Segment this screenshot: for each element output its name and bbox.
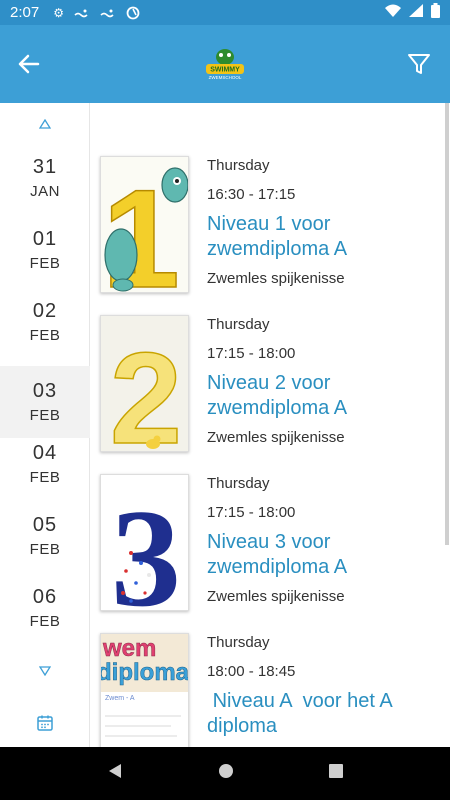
date-item[interactable]: 06 FEB	[0, 572, 90, 644]
svg-text:ZWEMSCHOOL: ZWEMSCHOOL	[209, 75, 242, 80]
date-item[interactable]: 31 JAN	[0, 142, 90, 214]
event-time: 16:30 - 17:15	[207, 186, 296, 203]
event-card[interactable]: 1 Thursday 16:30 - 17:15 Niveau 1 voor z…	[100, 156, 440, 298]
event-title: Niveau 1 voor zwemdiploma A	[207, 213, 348, 260]
thumb-glyph: 3	[111, 481, 181, 611]
calendar-button[interactable]	[36, 714, 54, 732]
event-weekday: Thursday	[207, 157, 270, 174]
triangle-down-icon	[38, 665, 52, 679]
event-location: Zwemles spijkenisse	[207, 270, 345, 287]
event-weekday: Thursday	[207, 475, 270, 492]
date-item[interactable]: 02 FEB	[0, 286, 90, 358]
event-thumbnail: 2	[100, 315, 189, 452]
gear-icon: ⚙	[53, 5, 64, 20]
date-month: FEB	[29, 327, 61, 344]
status-bar: 2:07 ⚙	[0, 0, 450, 25]
thumb-glyph: 2	[110, 325, 182, 452]
event-title: Niveau 2 voor zwemdiploma A	[207, 372, 348, 419]
event-thumbnail: 1	[100, 156, 189, 293]
date-day: 01	[32, 228, 58, 250]
thumb-mark-line: Zwem - A	[105, 695, 135, 702]
date-month: FEB	[29, 541, 61, 558]
wifi-icon	[385, 4, 401, 21]
svg-text:SWIMMY: SWIMMY	[210, 67, 240, 74]
scrollbar[interactable]	[445, 103, 449, 545]
system-nav-bar	[0, 747, 450, 800]
date-day: 04	[32, 442, 58, 464]
date-day: 31	[32, 156, 58, 178]
date-day: 06	[32, 586, 58, 608]
funnel-icon	[407, 52, 431, 81]
swim-icon	[74, 8, 90, 18]
nav-home-button[interactable]	[218, 763, 234, 784]
date-month: FEB	[29, 613, 61, 630]
date-item[interactable]: 04 FEB	[0, 428, 90, 500]
event-title: Niveau A voor het A diploma	[207, 690, 398, 737]
arrow-left-icon	[18, 54, 40, 79]
at-sign-icon	[126, 6, 140, 20]
date-day: 02	[32, 300, 58, 322]
date-month: FEB	[29, 407, 61, 424]
date-month: FEB	[29, 469, 61, 486]
event-location: Zwemles spijkenisse	[207, 429, 345, 446]
thumb-glyph-line2: diploma	[101, 659, 189, 686]
nav-recents-button[interactable]	[328, 764, 343, 783]
scroll-up-button[interactable]	[0, 118, 90, 132]
calendar-icon	[36, 715, 54, 736]
date-month: JAN	[30, 183, 60, 200]
date-picker-column: 31 JAN 01 FEB 02 FEB 03 FEB 04 FEB 05 FE…	[0, 103, 90, 747]
swim-icon-2	[100, 8, 116, 18]
date-day: 05	[32, 514, 58, 536]
event-time: 17:15 - 18:00	[207, 345, 296, 362]
date-item[interactable]: 01 FEB	[0, 214, 90, 286]
event-card[interactable]: 2 Thursday 17:15 - 18:00 Niveau 2 voor z…	[100, 315, 440, 457]
filter-button[interactable]	[404, 51, 434, 81]
nav-back-button[interactable]	[107, 763, 123, 784]
thumb-glyph-line1: wem	[102, 635, 156, 662]
event-thumbnail: 3	[100, 474, 189, 611]
date-month: FEB	[29, 255, 61, 272]
signal-icon	[409, 4, 423, 21]
event-title: Niveau 3 voor zwemdiploma A	[207, 531, 348, 578]
event-card[interactable]: 3 Thursday 17:15 - 18:00 Niveau 3 voor z…	[100, 474, 440, 616]
app-bar: SWIMMY ZWEMSCHOOL	[0, 25, 450, 103]
event-time: 17:15 - 18:00	[207, 504, 296, 521]
event-weekday: Thursday	[207, 316, 270, 333]
back-button[interactable]	[14, 51, 44, 81]
battery-icon	[431, 3, 440, 22]
event-location: Zwemles spijkenisse	[207, 588, 345, 605]
triangle-up-icon	[38, 118, 52, 132]
date-day: 03	[32, 380, 58, 402]
app-logo: SWIMMY ZWEMSCHOOL	[202, 47, 248, 81]
event-weekday: Thursday	[207, 634, 270, 651]
scroll-down-button[interactable]	[0, 665, 90, 679]
event-time: 18:00 - 18:45	[207, 663, 296, 680]
status-time: 2:07	[10, 4, 40, 21]
date-item[interactable]: 05 FEB	[0, 500, 90, 572]
